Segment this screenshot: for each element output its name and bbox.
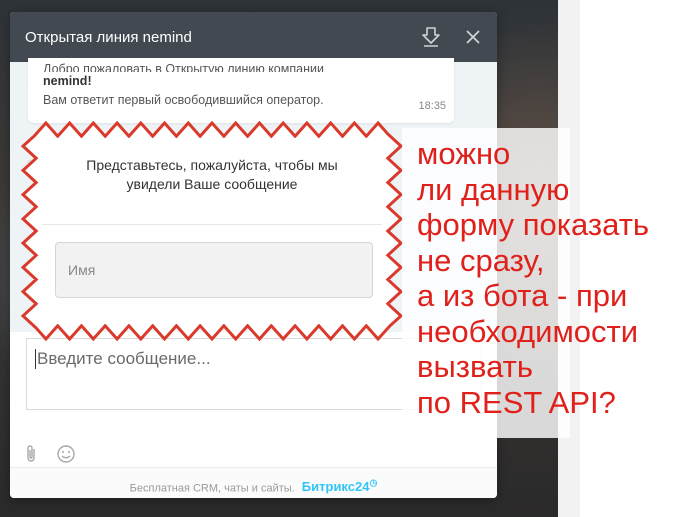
annotation-question: можно ли данную форму показать не сразу, а и… xyxy=(417,136,673,420)
name-input[interactable] xyxy=(55,242,373,298)
brand-name: Битрикс xyxy=(301,479,355,495)
welcome-message: Добро пожаловать в Открытую линию компан… xyxy=(28,58,454,123)
form-prompt-line2: увидели Ваше сообщение xyxy=(126,176,298,192)
brand-number: 24 xyxy=(355,479,370,495)
form-prompt-line1: Представьтесь, пожалуйста, чтобы мы xyxy=(86,157,338,173)
widget-title: Открытая линия nemind xyxy=(25,29,192,46)
smiley-icon[interactable] xyxy=(56,444,76,469)
welcome-text: Добро пожаловать в Открытую линию компан… xyxy=(43,62,403,110)
message-time: 18:35 xyxy=(418,100,446,112)
annotation-line: не сразу, xyxy=(417,242,545,278)
paperclip-icon[interactable] xyxy=(24,444,38,469)
welcome-line-2: Вам ответит первый освободившийся операт… xyxy=(43,93,324,107)
download-icon[interactable] xyxy=(418,24,444,50)
bitrix24-logo[interactable]: Битрикс24◷ xyxy=(301,478,378,495)
form-divider xyxy=(42,224,382,225)
annotation-line: необходимости xyxy=(417,313,639,349)
footer-text: Бесплатная CRM, чаты и сайты. xyxy=(129,482,295,495)
close-icon[interactable] xyxy=(460,24,486,50)
annotation-line: вызвать xyxy=(417,349,533,384)
annotation-line: а из бота - при xyxy=(417,278,628,313)
annotation-line: можно xyxy=(417,136,511,171)
welcome-company: nemind! xyxy=(43,74,92,88)
annotation-line: форму показать xyxy=(417,207,650,242)
annotation-line: по REST API? xyxy=(417,384,616,420)
contact-form: Представьтесь, пожалуйста, чтобы мы увид… xyxy=(42,138,382,324)
composer-placeholder: Введите сообщение... xyxy=(35,349,211,369)
widget-header: Открытая линия nemind xyxy=(10,12,497,62)
annotation-line: ли данную xyxy=(417,171,570,207)
contact-form-frame: Представьтесь, пожалуйста, чтобы мы увид… xyxy=(20,120,404,342)
form-prompt: Представьтесь, пожалуйста, чтобы мы увид… xyxy=(42,156,382,194)
widget-footer: Бесплатная CRM, чаты и сайты. Битрикс24◷ xyxy=(10,467,497,498)
welcome-line-cut: Добро пожаловать в Открытую линию компан… xyxy=(43,62,324,72)
clock-icon: ◷ xyxy=(369,478,378,488)
